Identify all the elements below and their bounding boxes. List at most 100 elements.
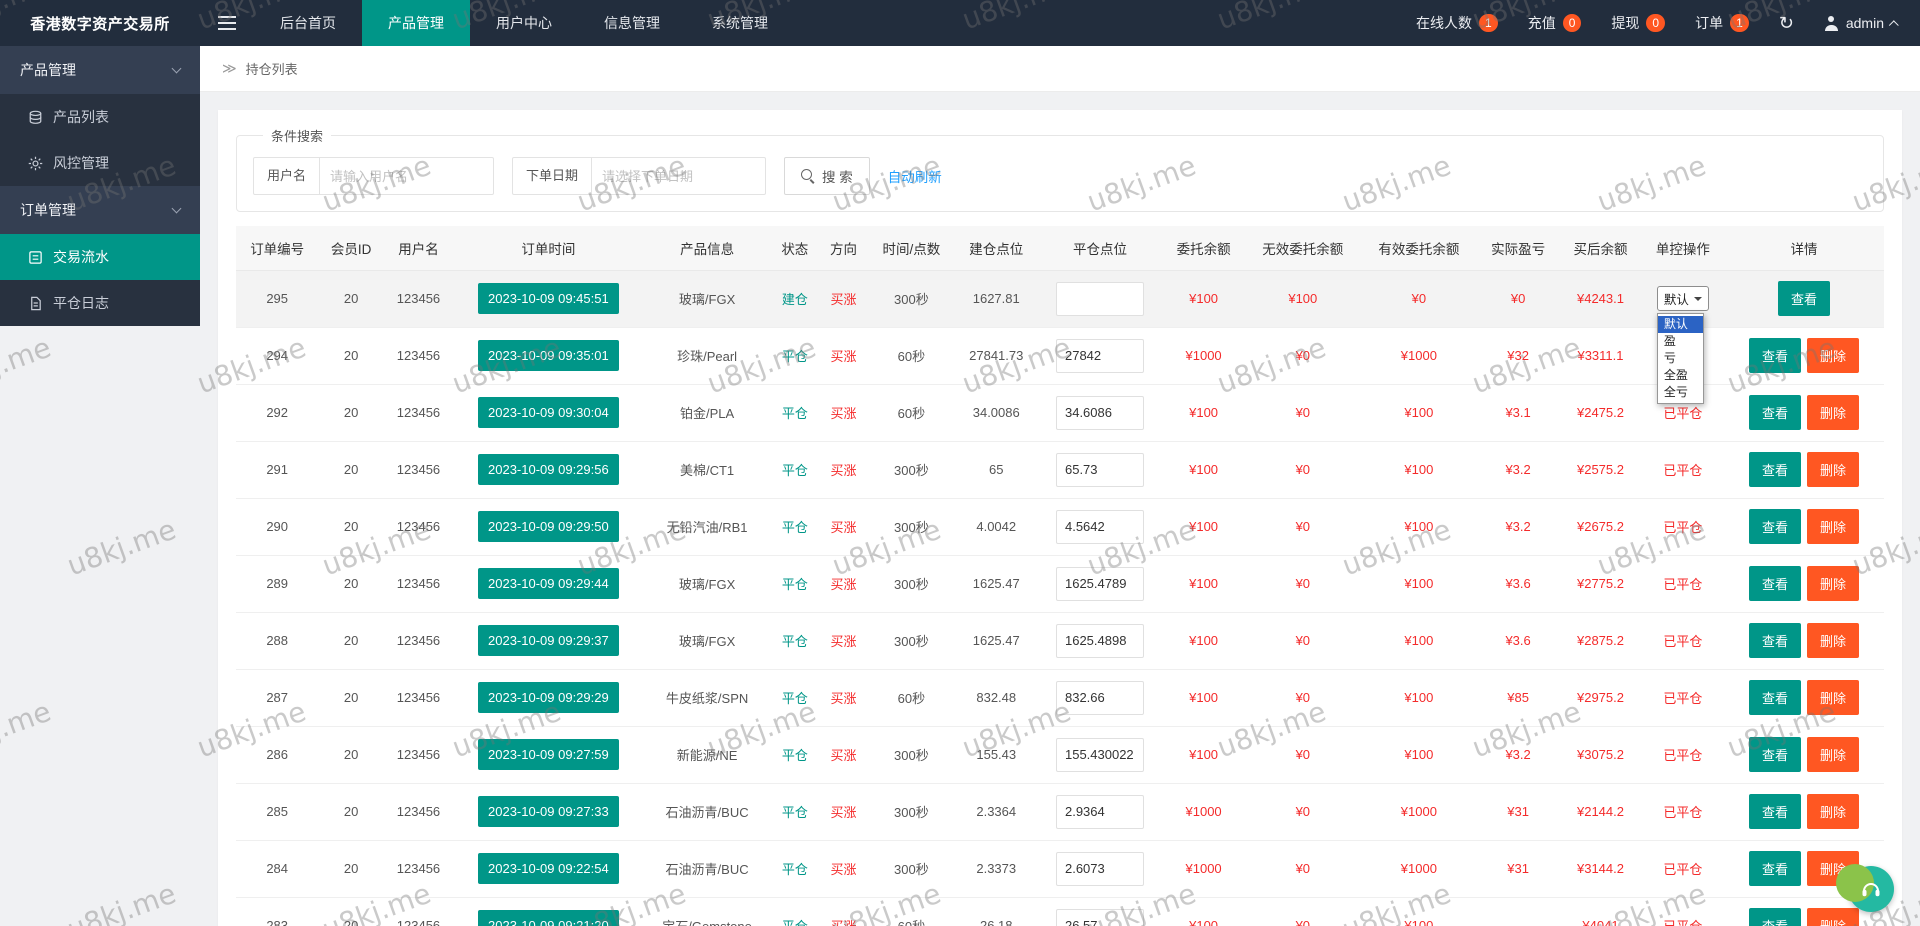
log-icon — [28, 296, 43, 311]
top-nav-item[interactable]: 产品管理 — [362, 0, 470, 46]
close-point-input[interactable] — [1055, 680, 1144, 715]
order-id-cell: 288 — [236, 612, 319, 670]
sidebar-item[interactable]: 平仓日志 — [0, 280, 200, 326]
sidebar-item[interactable]: 交易流水 — [0, 234, 200, 280]
close-point-input[interactable] — [1055, 395, 1144, 430]
delete-button[interactable]: 删除 — [1807, 794, 1860, 829]
column-header: 时间/点数 — [867, 226, 955, 271]
order-time-button[interactable]: 2023-10-09 09:29:50 — [478, 511, 619, 542]
duration-cell: 60秒 — [867, 897, 955, 926]
admin-menu[interactable]: admin — [1824, 15, 1899, 31]
view-button[interactable]: 查看 — [1749, 623, 1802, 658]
product-cell: 玻璃/FGX — [643, 612, 771, 670]
profit-cell: ¥3.2 — [1476, 726, 1560, 784]
order-time-button[interactable]: 2023-10-09 09:27:33 — [478, 796, 619, 827]
menu-toggle-button[interactable] — [200, 0, 254, 46]
close-point-input[interactable] — [1055, 908, 1144, 926]
order-time-button[interactable]: 2023-10-09 09:21:20 — [478, 910, 619, 926]
delete-button[interactable]: 删除 — [1807, 737, 1860, 772]
view-button[interactable]: 查看 — [1749, 737, 1802, 772]
invalid-entrust-cell: ¥0 — [1244, 726, 1361, 784]
close-point-input[interactable] — [1055, 452, 1144, 487]
close-point-input[interactable] — [1055, 737, 1144, 772]
top-nav-item[interactable]: 用户中心 — [470, 0, 578, 46]
profit-cell: ¥3.1 — [1476, 384, 1560, 442]
customer-service-button[interactable] — [1836, 864, 1894, 912]
order-id-cell: 292 — [236, 384, 319, 442]
order-time-button[interactable]: 2023-10-09 09:29:29 — [478, 682, 619, 713]
close-point-input[interactable] — [1055, 281, 1144, 316]
view-button[interactable]: 查看 — [1749, 680, 1802, 715]
delete-button[interactable]: 删除 — [1807, 452, 1860, 487]
view-button[interactable]: 查看 — [1749, 452, 1802, 487]
view-button[interactable]: 查看 — [1749, 338, 1802, 373]
close-point-input[interactable] — [1055, 509, 1144, 544]
stat-badge: 1 — [1730, 14, 1749, 32]
delete-button[interactable]: 删除 — [1807, 623, 1860, 658]
control-option[interactable]: 盈 — [1658, 333, 1703, 350]
view-button[interactable]: 查看 — [1749, 794, 1802, 829]
order-time-button[interactable]: 2023-10-09 09:22:54 — [478, 853, 619, 884]
auto-refresh-link[interactable]: 自动刷新 — [888, 166, 942, 186]
close-point-input[interactable] — [1055, 851, 1144, 886]
delete-button[interactable]: 删除 — [1807, 395, 1860, 430]
order-time-button[interactable]: 2023-10-09 09:27:59 — [478, 739, 619, 770]
top-nav-item[interactable]: 系统管理 — [686, 0, 794, 46]
top-stat-item[interactable]: 在线人数 1 — [1416, 13, 1498, 33]
top-stat-item[interactable]: 订单 1 — [1695, 13, 1749, 33]
delete-button[interactable]: 删除 — [1807, 566, 1860, 601]
control-select[interactable]: 默认 — [1656, 286, 1709, 311]
order-time-button[interactable]: 2023-10-09 09:45:51 — [478, 283, 619, 314]
product-cell: 无铅汽油/RB1 — [643, 498, 771, 556]
control-option[interactable]: 全亏 — [1658, 384, 1703, 401]
sidebar-item[interactable]: 产品列表 — [0, 94, 200, 140]
user-icon — [1824, 15, 1839, 31]
order-time-button[interactable]: 2023-10-09 09:35:01 — [478, 340, 619, 371]
order-time-button[interactable]: 2023-10-09 09:30:04 — [478, 397, 619, 428]
delete-button[interactable]: 删除 — [1807, 509, 1860, 544]
order-time-button[interactable]: 2023-10-09 09:29:37 — [478, 625, 619, 656]
view-button[interactable]: 查看 — [1749, 509, 1802, 544]
control-option[interactable]: 亏 — [1658, 350, 1703, 367]
delete-button[interactable]: 删除 — [1807, 338, 1860, 373]
close-point-input[interactable] — [1055, 794, 1144, 829]
delete-button[interactable]: 删除 — [1807, 908, 1860, 926]
column-header: 订单编号 — [236, 226, 319, 271]
open-point-cell: 27841.73 — [954, 327, 1038, 385]
view-button[interactable]: 查看 — [1749, 566, 1802, 601]
view-button[interactable]: 查看 — [1749, 908, 1802, 926]
sidebar-item[interactable]: 风控管理 — [0, 140, 200, 186]
product-cell: 石油沥青/BUC — [643, 840, 771, 898]
close-point-input[interactable] — [1055, 623, 1144, 658]
top-stat-item[interactable]: 提现 0 — [1611, 13, 1666, 33]
username-input[interactable] — [319, 157, 495, 195]
column-header: 产品信息 — [643, 226, 771, 271]
profit-cell — [1476, 897, 1560, 926]
refresh-icon[interactable]: ↻ — [1779, 13, 1794, 34]
product-cell: 石油沥青/BUC — [643, 783, 771, 841]
open-point-cell: 1625.47 — [954, 555, 1038, 613]
view-button[interactable]: 查看 — [1778, 281, 1831, 316]
control-option[interactable]: 默认 — [1657, 316, 1703, 333]
order-date-input[interactable] — [591, 157, 767, 195]
close-point-input[interactable] — [1055, 566, 1144, 601]
close-point-input[interactable] — [1055, 338, 1144, 373]
order-time-button[interactable]: 2023-10-09 09:29:56 — [478, 454, 619, 485]
delete-button[interactable]: 删除 — [1807, 680, 1860, 715]
member-id-cell: 20 — [318, 726, 384, 784]
view-button[interactable]: 查看 — [1749, 395, 1802, 430]
view-button[interactable]: 查看 — [1749, 851, 1802, 886]
stat-label: 提现 — [1611, 15, 1640, 31]
search-button[interactable]: 搜 索 — [784, 157, 870, 195]
top-nav-item[interactable]: 后台首页 — [254, 0, 362, 46]
control-option[interactable]: 全盈 — [1658, 367, 1703, 384]
top-nav-item[interactable]: 信息管理 — [578, 0, 686, 46]
sidebar-group-header[interactable]: 订单管理 — [0, 186, 200, 234]
sidebar-group-header[interactable]: 产品管理 — [0, 46, 200, 94]
order-time-button[interactable]: 2023-10-09 09:29:44 — [478, 568, 619, 599]
direction-cell: 买涨 — [819, 327, 868, 385]
sidebar-item-label: 平仓日志 — [53, 295, 109, 311]
control-status: 已平仓 — [1663, 919, 1702, 926]
username-group: 用户名 — [253, 157, 495, 195]
top-stat-item[interactable]: 充值 0 — [1528, 13, 1582, 33]
